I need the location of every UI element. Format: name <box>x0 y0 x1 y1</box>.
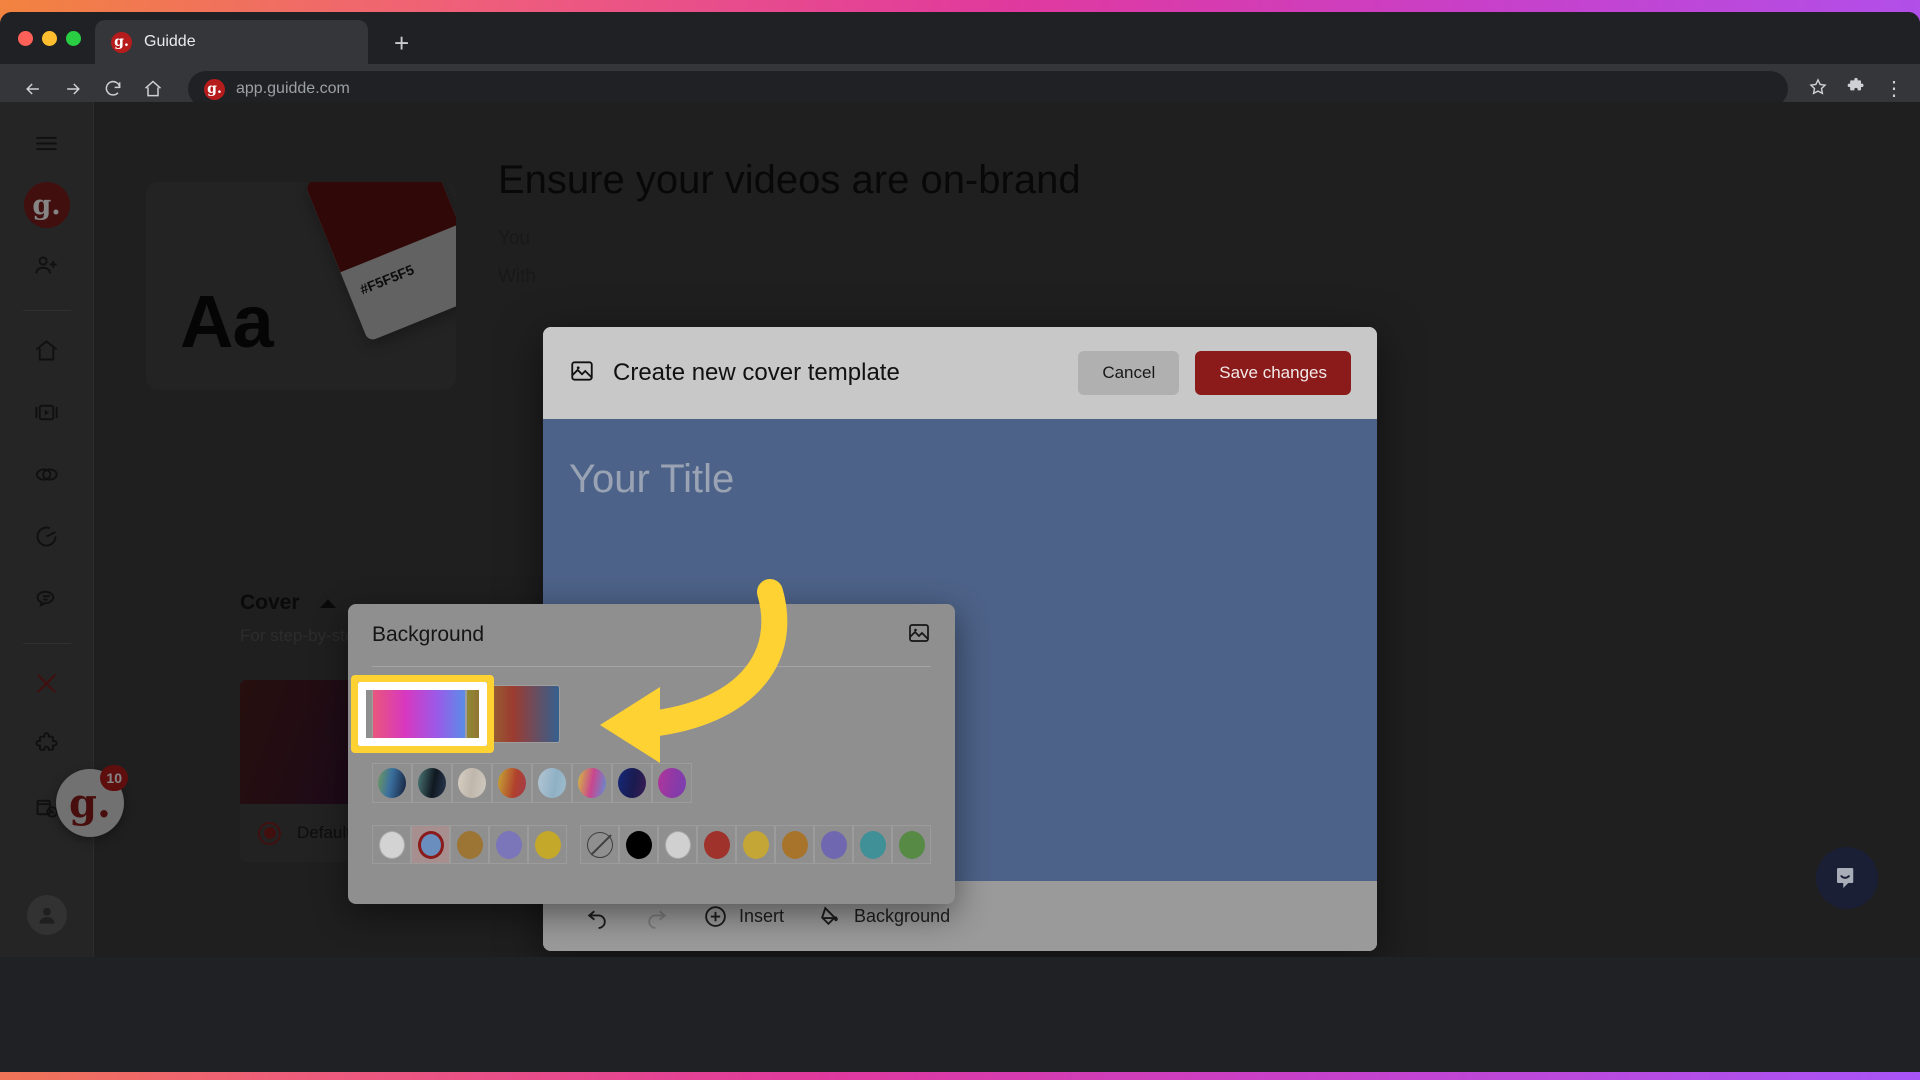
color-gold <box>534 830 561 859</box>
color-purple <box>820 830 847 859</box>
tab-strip: g. Guidde + <box>0 12 1920 64</box>
reload-icon[interactable] <box>96 72 130 106</box>
chat-bubble-icon[interactable] <box>1816 847 1878 909</box>
back-arrow-icon[interactable] <box>16 72 50 106</box>
redo-button[interactable] <box>644 904 669 929</box>
brand-color-cell-2[interactable] <box>450 825 489 864</box>
gradient-navy-purple <box>618 768 646 798</box>
brand-color-group <box>372 825 567 864</box>
gradient-swatch-6[interactable] <box>612 763 652 803</box>
template-swatch-row <box>372 685 931 743</box>
gradient-swatch-3[interactable] <box>492 763 532 803</box>
gradient-swatch-2[interactable] <box>452 763 492 803</box>
forward-arrow-icon[interactable] <box>56 72 90 106</box>
guidde-favicon-icon: g. <box>111 31 132 53</box>
popover-divider <box>372 666 931 667</box>
minimize-window-button[interactable] <box>42 30 57 46</box>
image-icon-popover[interactable] <box>907 621 931 650</box>
palette-color-cell-6[interactable] <box>814 825 853 864</box>
color-teal <box>859 830 886 859</box>
color-brown <box>781 830 808 859</box>
home-icon[interactable] <box>136 72 170 106</box>
palette-color-group <box>580 825 931 864</box>
color-steel-blue <box>417 830 444 859</box>
background-button[interactable]: Background <box>818 904 950 929</box>
color-white <box>378 830 405 859</box>
toolbar-actions: ⋮ <box>1808 77 1904 102</box>
brand-color-cell-0[interactable] <box>372 825 411 864</box>
color-dark-red <box>703 830 730 859</box>
brand-color-cell-3[interactable] <box>489 825 528 864</box>
browser-tab-guidde[interactable]: g. Guidde <box>95 20 368 64</box>
palette-color-cell-1[interactable] <box>619 825 658 864</box>
canvas-title-placeholder[interactable]: Your Title <box>569 457 734 502</box>
palette-color-cell-2[interactable] <box>658 825 697 864</box>
image-icon <box>569 358 595 389</box>
gradient-green-blue-navy <box>378 768 406 798</box>
gradient-steel-blue <box>538 768 566 798</box>
palette-color-cell-8[interactable] <box>892 825 931 864</box>
brand-color-cell-1[interactable] <box>411 825 450 864</box>
url-text: app.guidde.com <box>236 80 350 97</box>
maximize-window-button[interactable] <box>66 30 81 46</box>
color-green <box>898 830 925 859</box>
color-black <box>625 830 652 859</box>
brand-color-cell-4[interactable] <box>528 825 567 864</box>
palette-color-cell-7[interactable] <box>853 825 892 864</box>
guidde-site-icon: g. <box>204 78 225 100</box>
popover-title: Background <box>372 623 485 646</box>
gradient-swatch-row <box>372 763 931 803</box>
gradient-swatch-1[interactable] <box>412 763 452 803</box>
close-window-button[interactable] <box>18 30 33 46</box>
gradient-teal-black <box>418 768 446 798</box>
template-swatch-1[interactable] <box>466 685 560 743</box>
modal-title: Create new cover template <box>613 359 900 386</box>
gradient-cream-grey <box>458 768 486 798</box>
background-label: Background <box>854 905 951 926</box>
gradient-swatch-0[interactable] <box>372 763 412 803</box>
gradient-swatch-7[interactable] <box>652 763 692 803</box>
palette-color-cell-4[interactable] <box>736 825 775 864</box>
color-brown <box>456 830 483 859</box>
modal-header: Create new cover template Cancel Save ch… <box>543 327 1377 419</box>
window-controls <box>14 12 95 64</box>
gradient-swatch-4[interactable] <box>532 763 572 803</box>
color-gold <box>742 830 769 859</box>
gradient-swatch-5[interactable] <box>572 763 612 803</box>
puzzle-icon[interactable] <box>1846 77 1866 102</box>
undo-button[interactable] <box>585 904 610 929</box>
gradient-gold-red <box>498 768 526 798</box>
gradient-gold-pink-blue <box>578 768 606 798</box>
star-icon[interactable] <box>1808 77 1828 102</box>
kebab-menu-icon[interactable]: ⋮ <box>1884 79 1904 99</box>
cancel-button[interactable]: Cancel <box>1078 351 1180 395</box>
palette-color-cell-0[interactable] <box>580 825 619 864</box>
template-swatch-0[interactable] <box>372 685 466 743</box>
save-changes-button[interactable]: Save changes <box>1195 351 1351 395</box>
background-popover: Background <box>348 604 955 904</box>
color-white <box>664 830 691 859</box>
popover-header: Background <box>372 604 931 666</box>
insert-button[interactable]: Insert <box>703 904 784 929</box>
palette-color-cell-3[interactable] <box>697 825 736 864</box>
gradient-magenta-purple <box>658 768 686 798</box>
app-viewport: g. g. 10 #F5F5F5 Aa Ensure your videos a… <box>0 102 1920 957</box>
color-swatch-row <box>372 825 931 864</box>
new-tab-button[interactable]: + <box>394 30 409 56</box>
palette-color-cell-5[interactable] <box>775 825 814 864</box>
modal-actions: Cancel Save changes <box>1078 351 1351 395</box>
tab-title: Guidde <box>144 33 196 50</box>
color-purple <box>495 830 522 859</box>
insert-label: Insert <box>739 905 785 926</box>
no-color-icon <box>586 831 613 858</box>
